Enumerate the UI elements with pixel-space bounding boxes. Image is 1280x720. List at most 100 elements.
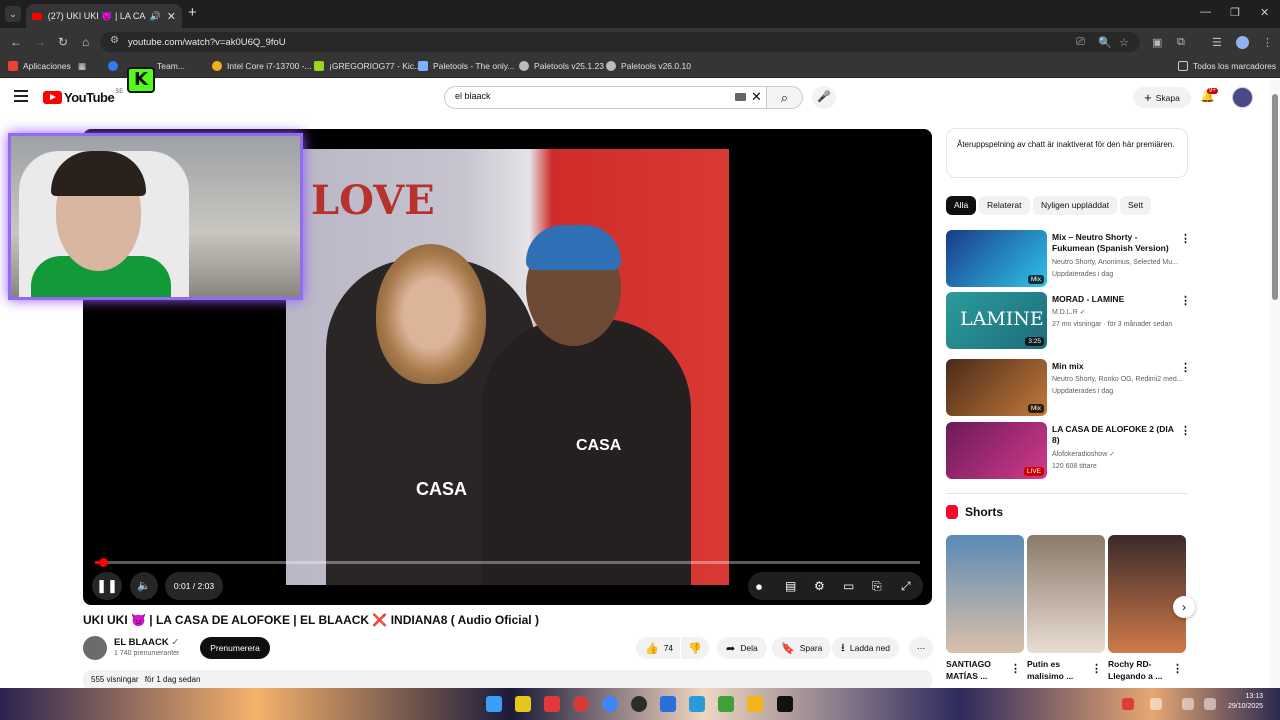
recommendation-thumbnail[interactable]: Mix [946,230,1047,287]
extension-icon[interactable]: ▣ [1152,36,1162,49]
subtitles-icon[interactable]: ▤ [785,579,796,593]
more-options-icon[interactable]: ⋮ [1180,294,1191,307]
bookmark-grid-icon[interactable]: ▦ [78,61,86,72]
volume-tray-icon[interactable] [1204,698,1216,710]
minimize-icon[interactable]: — [1200,6,1211,18]
channel-avatar[interactable] [83,636,107,660]
recommendation-thumbnail[interactable]: Mix [946,359,1047,416]
search-input[interactable] [455,91,705,101]
home-icon[interactable]: ⌂ [82,35,89,49]
file-explorer-icon[interactable] [747,696,763,712]
recommendation-thumbnail[interactable]: LIVE [946,422,1047,479]
volume-button[interactable]: 🔈 [130,572,158,600]
create-button[interactable]: + Skapa [1133,87,1191,108]
next-shorts-icon[interactable]: › [1173,596,1195,618]
more-options-icon[interactable]: ⋮ [1091,662,1102,675]
youtube-logo[interactable]: YouTube SE [43,89,123,105]
progress-bar[interactable] [95,558,920,567]
save-button[interactable]: 🔖 Spara [772,637,832,659]
chip-watched[interactable]: Sett [1120,196,1152,215]
share-button[interactable]: ➦ Dela [717,637,767,659]
more-options-icon[interactable]: ⋮ [1180,232,1191,245]
miniplayer-icon[interactable]: ▭ [843,579,854,593]
bookmark-item[interactable]: Paletools v25.1.23 [519,61,604,71]
channel-name[interactable]: EL BLAACK ✓ [114,637,179,648]
description-box[interactable]: 555 visningar för 1 dag sedan [83,670,932,690]
all-bookmarks[interactable]: Todos los marcadores [1178,61,1276,71]
subscribe-button[interactable]: Prenumerera [200,637,270,659]
bookmark-item[interactable]: Paletools - The only... [418,61,514,71]
zoom-icon[interactable]: 🔍 [1098,36,1112,49]
chrome-icon[interactable] [602,696,618,712]
bookmark-item[interactable]: Aplicaciones [8,61,71,71]
taskbar-app-icon[interactable] [777,696,793,712]
bookmark-item[interactable]: Paletools v26.0.10 [606,61,691,71]
short-thumbnail[interactable] [1027,535,1105,653]
short-title[interactable]: Putin es malisimo ... [1027,658,1087,682]
reload-icon[interactable]: ↻ [58,35,68,49]
address-bar[interactable]: ⚙ youtube.com/watch?v=ak0U6Q_9foU [100,32,1140,52]
more-options-icon[interactable]: ⋮ [1180,361,1191,374]
network-icon[interactable] [1182,698,1194,710]
video-frame[interactable]: LOVE CASA CASA [286,149,729,585]
search-box[interactable]: ✕ [444,86,767,109]
close-tab-icon[interactable]: ✕ [167,10,176,23]
maximize-icon[interactable]: ❐ [1230,6,1240,19]
back-icon[interactable]: ← [10,35,22,49]
pause-button[interactable]: ❚❚ [92,572,122,600]
site-info-icon[interactable]: ⚙ [110,35,119,46]
dislike-button[interactable]: 👎 [681,637,709,659]
scrubber-handle[interactable] [99,558,109,567]
install-app-icon[interactable]: ⎚ [1076,36,1085,49]
close-window-icon[interactable]: ✕ [1260,6,1269,19]
taskbar-app-icon[interactable] [718,696,734,712]
recommendation-title[interactable]: MORAD - LAMINE [1052,294,1178,305]
recommendation-thumbnail[interactable]: LAMINE 3:25 [946,292,1047,349]
more-options-icon[interactable]: ⋮ [1180,424,1191,437]
settings-icon[interactable]: ⚙ [814,579,825,593]
tray-app-icon[interactable] [1122,698,1134,710]
taskbar-app-icon[interactable] [515,696,531,712]
chip-all[interactable]: Alla [946,196,977,215]
short-title[interactable]: SANTIAGO MATÍAS ... [946,658,1006,682]
more-actions-icon[interactable]: ⋯ [909,637,933,659]
tray-expand-icon[interactable] [1150,698,1162,710]
chip-recently-uploaded[interactable]: Nyligen uppladdat [1033,196,1118,215]
recommendation-item[interactable]: LIVE LA CASA DE ALOFOKE 2 (DIA 8) Alofok… [946,422,1191,480]
puzzle-icon[interactable]: ⧉ [1177,36,1185,49]
windows-start-icon[interactable] [486,696,502,712]
short-title[interactable]: Rochy RD- Llegando a ... [1108,658,1168,682]
tab-search-icon[interactable]: ⌄ [5,6,21,22]
cast-icon[interactable]: ⎘ [872,579,882,594]
scrollbar-thumb[interactable] [1272,94,1278,300]
short-thumbnail[interactable] [1108,535,1186,653]
short-thumbnail[interactable] [946,535,1024,653]
recommendation-title[interactable]: Mix – Neutro Shorty - Fukumean (Spanish … [1052,232,1178,254]
voice-search-icon[interactable]: 🎤 [812,86,836,109]
taskbar-app-icon[interactable] [631,696,647,712]
keyboard-icon[interactable] [735,93,746,101]
recommendation-title[interactable]: LA CASA DE ALOFOKE 2 (DIA 8) [1052,424,1178,446]
profile-icon[interactable] [1236,36,1249,49]
bookmark-item[interactable]: Intel Core i7-13700 -... [212,61,312,71]
account-avatar[interactable] [1232,87,1253,108]
page-scrollbar[interactable] [1270,80,1280,688]
audio-playing-icon[interactable]: 🔊 [150,11,161,22]
bookmark-item[interactable]: ¡GREGORIOG77 - Kic... [314,61,421,71]
search-button[interactable]: ⌕ [767,86,803,109]
more-options-icon[interactable]: ⋮ [1172,662,1183,675]
fullscreen-icon[interactable]: ⤢ [901,579,911,594]
menu-icon[interactable] [14,90,28,105]
recommendation-item[interactable]: LAMINE 3:25 MORAD - LAMINE M.D.L.R ✓ 27 … [946,292,1191,350]
taskbar-app-icon[interactable] [660,696,676,712]
browser-menu-icon[interactable]: ⋮ [1262,36,1273,49]
clear-search-icon[interactable]: ✕ [751,89,762,105]
taskbar-app-icon[interactable] [544,696,560,712]
forward-icon[interactable]: → [34,35,46,49]
download-button[interactable]: ⭳ Ladda ned [832,637,900,659]
new-tab-icon[interactable]: + [188,4,197,21]
recommendation-item[interactable]: Mix Min mix Neutro Shorty, Ronko OG, Red… [946,359,1191,417]
clock[interactable]: 13:13 29/10/2025 [1228,692,1263,712]
taskbar-app-icon[interactable] [573,696,589,712]
bookmark-star-icon[interactable]: ☆ [1119,36,1129,49]
